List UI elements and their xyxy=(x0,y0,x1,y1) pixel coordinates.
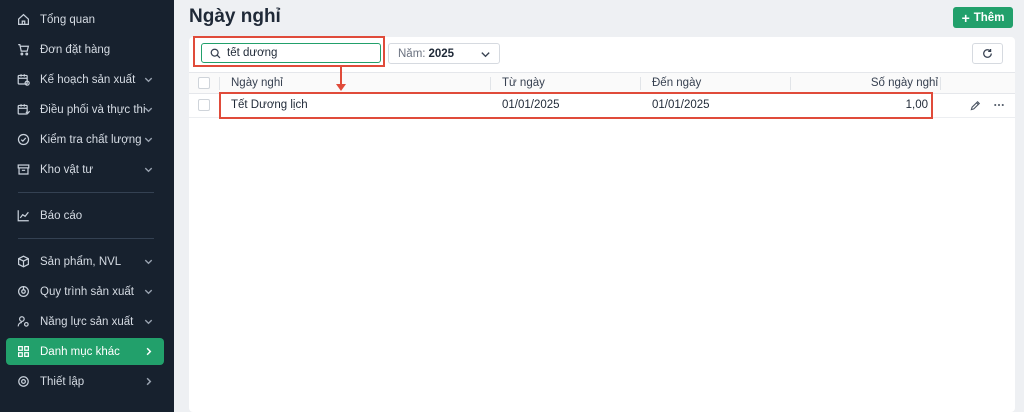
sidebar-item-products[interactable]: Sản phẩm, NVL xyxy=(6,248,164,275)
process-icon xyxy=(16,285,30,299)
sidebar-item-label: Kế hoạch sản xuất xyxy=(40,73,136,86)
edit-pencil-icon[interactable] xyxy=(968,98,982,112)
grid-icon xyxy=(16,345,30,359)
row-checkbox[interactable] xyxy=(198,99,210,111)
sidebar: Tổng quan Đơn đặt hàng Kế hoạch sản xuất… xyxy=(0,0,174,412)
chevron-down-icon xyxy=(143,316,154,327)
column-separator xyxy=(219,77,220,90)
sidebar-item-label: Danh mục khác xyxy=(40,345,120,358)
sidebar-item-other-categories[interactable]: Danh mục khác xyxy=(6,338,164,365)
sidebar-item-label: Năng lực sản xuất xyxy=(40,315,134,328)
sidebar-item-production-plan[interactable]: Kế hoạch sản xuất xyxy=(6,66,164,93)
sidebar-item-label: Kho vật tư xyxy=(40,163,94,176)
sidebar-item-quality[interactable]: Kiểm tra chất lượng xyxy=(6,126,164,153)
annotation-highlight-search xyxy=(193,36,385,67)
plus-icon: + xyxy=(961,9,970,26)
chevron-down-icon xyxy=(143,104,154,115)
column-separator xyxy=(490,77,491,90)
capacity-icon xyxy=(16,315,30,329)
year-select-value: 2025 xyxy=(428,47,455,60)
sidebar-item-label: Tổng quan xyxy=(40,13,95,26)
cart-icon xyxy=(16,43,30,57)
sidebar-divider xyxy=(18,238,154,239)
sidebar-item-label: Điều phối và thực thi xyxy=(40,103,146,116)
annotation-arrow-head xyxy=(336,84,346,91)
annotation-arrow-line xyxy=(340,67,342,85)
year-select[interactable]: Năm: 2025 xyxy=(388,43,500,64)
page-title: Ngày nghỉ xyxy=(189,6,281,27)
sidebar-item-label: Quy trình sản xuất xyxy=(40,285,134,298)
chevron-down-icon xyxy=(143,256,154,267)
chevron-down-icon xyxy=(480,49,491,60)
year-select-label: Năm: xyxy=(398,47,426,60)
chevron-down-icon xyxy=(143,134,154,145)
column-header-days-off[interactable]: Số ngày nghỉ xyxy=(871,77,938,89)
sidebar-item-label: Đơn đặt hàng xyxy=(40,43,111,56)
sidebar-divider xyxy=(18,192,154,193)
table-header: Ngày nghỉ Từ ngày Đến ngày Số ngày nghỉ xyxy=(189,72,1015,94)
sidebar-item-orders[interactable]: Đơn đặt hàng xyxy=(6,36,164,63)
sidebar-item-label: Kiểm tra chất lượng xyxy=(40,133,142,146)
sidebar-item-label: Sản phẩm, NVL xyxy=(40,255,122,268)
add-button[interactable]: + Thêm xyxy=(953,7,1013,28)
box-icon xyxy=(16,255,30,269)
calendar-execute-icon xyxy=(16,103,30,117)
sidebar-item-label: Báo cáo xyxy=(40,209,83,222)
annotation-highlight-row xyxy=(219,92,933,119)
calendar-plan-icon xyxy=(16,73,30,87)
chevron-down-icon xyxy=(143,74,154,85)
sidebar-item-reports[interactable]: Báo cáo xyxy=(6,202,164,229)
column-header-from-date[interactable]: Từ ngày xyxy=(502,77,545,89)
sidebar-item-capacity[interactable]: Năng lực sản xuất xyxy=(6,308,164,335)
refresh-icon xyxy=(982,48,993,59)
column-header-holiday[interactable]: Ngày nghỉ xyxy=(231,77,283,89)
quality-check-icon xyxy=(16,133,30,147)
select-all-checkbox[interactable] xyxy=(198,77,210,89)
home-icon xyxy=(16,13,30,27)
sidebar-item-settings[interactable]: Thiết lập xyxy=(6,368,164,395)
refresh-button[interactable] xyxy=(972,43,1003,64)
report-chart-icon xyxy=(16,209,30,223)
more-options-icon[interactable] xyxy=(992,98,1006,112)
column-separator xyxy=(940,77,941,90)
chevron-right-icon xyxy=(143,346,154,357)
add-button-label: Thêm xyxy=(973,11,1005,24)
sidebar-item-label: Thiết lập xyxy=(40,375,85,388)
gear-icon xyxy=(16,375,30,389)
sidebar-item-warehouse[interactable]: Kho vật tư xyxy=(6,156,164,183)
column-separator xyxy=(640,77,641,90)
column-header-to-date[interactable]: Đến ngày xyxy=(652,77,701,89)
column-separator xyxy=(790,77,791,90)
chevron-down-icon xyxy=(143,164,154,175)
sidebar-item-process[interactable]: Quy trình sản xuất xyxy=(6,278,164,305)
sidebar-item-overview[interactable]: Tổng quan xyxy=(6,6,164,33)
chevron-right-icon xyxy=(143,376,154,387)
chevron-down-icon xyxy=(143,286,154,297)
warehouse-icon xyxy=(16,163,30,177)
sidebar-item-dispatch[interactable]: Điều phối và thực thi xyxy=(6,96,164,123)
